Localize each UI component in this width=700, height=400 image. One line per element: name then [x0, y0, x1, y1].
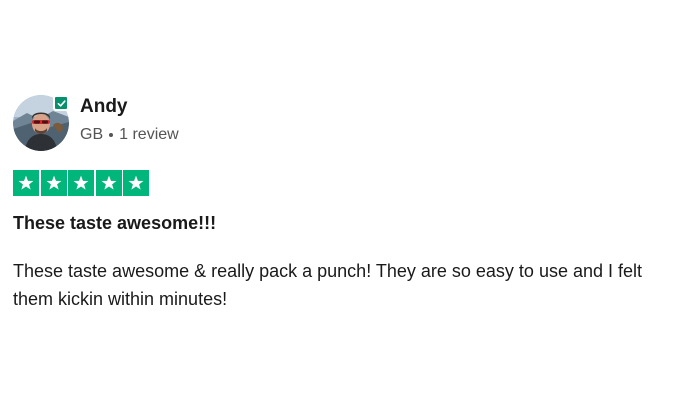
reviewer-country: GB [80, 126, 104, 143]
star-box [95, 170, 122, 196]
reviewer-review-count[interactable]: 1 review [119, 125, 179, 145]
star-box [13, 170, 39, 196]
star-icon [46, 175, 61, 190]
reviewer-meta: GB 1 review [80, 125, 179, 145]
star-icon [128, 175, 144, 190]
avatar-wrap[interactable] [13, 95, 69, 151]
review-card: Andy GB 1 review These taste awesome!!! … [0, 0, 700, 400]
star-box [68, 170, 94, 196]
star-icon [18, 175, 34, 190]
star-rating [13, 170, 151, 196]
reviewer-header: Andy GB 1 review [13, 95, 179, 151]
meta-separator [109, 133, 114, 137]
verified-badge [53, 95, 69, 111]
review-title[interactable]: These taste awesome!!! [13, 211, 216, 235]
review-body: These taste awesome & really pack a punc… [13, 261, 643, 309]
star-box [40, 170, 67, 196]
check-icon [57, 99, 66, 107]
star-box [123, 170, 149, 196]
reviewer-name[interactable]: Andy [80, 96, 179, 118]
reviewer-info: Andy GB 1 review [80, 96, 179, 145]
star-icon [101, 175, 116, 190]
star-icon [73, 175, 89, 190]
